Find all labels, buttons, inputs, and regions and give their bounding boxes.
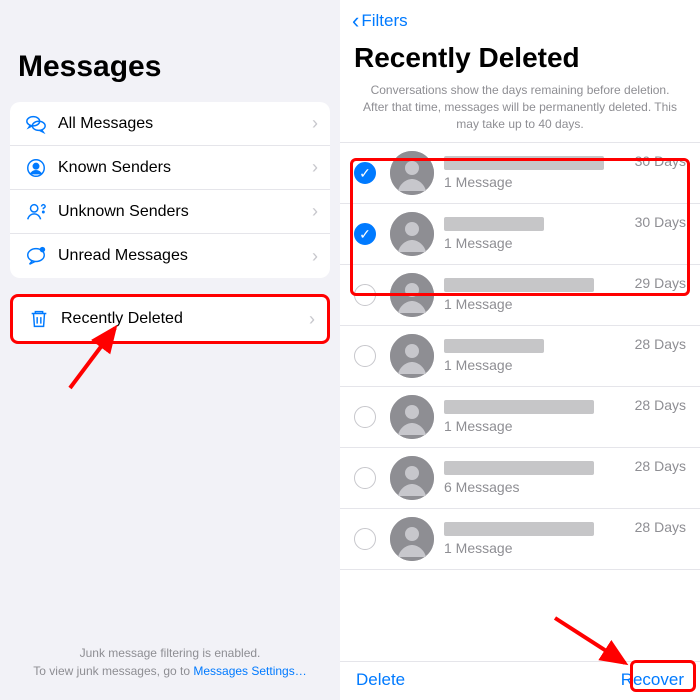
avatar-icon <box>390 456 434 500</box>
person-question-icon <box>22 201 50 223</box>
avatar-icon <box>390 334 434 378</box>
contact-name-redacted <box>444 339 544 353</box>
chevron-right-icon: › <box>312 201 318 222</box>
bottom-toolbar: Delete Recover <box>340 661 700 700</box>
avatar-icon <box>390 395 434 439</box>
conversation-body: 1 Message <box>444 400 629 434</box>
message-count: 1 Message <box>444 235 629 251</box>
message-count: 6 Messages <box>444 479 629 495</box>
messages-filters-panel: Messages All Messages › Known Senders › … <box>0 0 340 700</box>
conversation-body: 6 Messages <box>444 461 629 495</box>
select-checkbox[interactable] <box>354 406 376 428</box>
days-remaining: 30 Days <box>629 214 686 230</box>
select-checkbox[interactable]: ✓ <box>354 223 376 245</box>
filter-unread-messages[interactable]: Unread Messages › <box>10 234 330 278</box>
page-title: Messages <box>18 50 330 84</box>
recently-deleted-card: Recently Deleted › <box>10 294 330 344</box>
contact-name-redacted <box>444 156 604 170</box>
message-count: 1 Message <box>444 418 629 434</box>
contact-name-redacted <box>444 522 594 536</box>
select-checkbox[interactable] <box>354 528 376 550</box>
days-remaining: 30 Days <box>629 153 686 169</box>
filter-recently-deleted[interactable]: Recently Deleted › <box>13 297 327 341</box>
conversation-list: ✓1 Message30 Days✓1 Message30 Days1 Mess… <box>340 142 700 661</box>
chat-bubbles-icon <box>22 113 50 135</box>
conversation-row[interactable]: 1 Message29 Days <box>340 265 700 326</box>
contact-name-redacted <box>444 461 594 475</box>
back-button[interactable]: ‹ Filters <box>352 8 408 34</box>
conversation-row[interactable]: ✓ 1 Message30 Days <box>340 204 700 265</box>
conversation-row[interactable]: 1 Message28 Days <box>340 387 700 448</box>
recover-button[interactable]: Recover <box>621 670 684 690</box>
page-title: Recently Deleted <box>354 42 686 74</box>
contact-name-redacted <box>444 400 594 414</box>
avatar-icon <box>390 517 434 561</box>
select-checkbox[interactable]: ✓ <box>354 162 376 184</box>
chevron-right-icon: › <box>312 157 318 178</box>
back-label: Filters <box>361 11 407 31</box>
select-checkbox[interactable] <box>354 467 376 489</box>
filter-known-senders[interactable]: Known Senders › <box>10 146 330 190</box>
filter-label: Recently Deleted <box>53 310 309 328</box>
unread-badge-icon <box>22 245 50 267</box>
footer-line2: To view junk messages, go to <box>33 664 193 678</box>
chevron-right-icon: › <box>312 113 318 134</box>
person-circle-icon <box>22 157 50 179</box>
footer-line1: Junk message filtering is enabled. <box>80 646 261 660</box>
conversation-row[interactable]: 1 Message28 Days <box>340 326 700 387</box>
delete-button[interactable]: Delete <box>356 670 405 690</box>
conversation-row[interactable]: ✓ 1 Message30 Days <box>340 142 700 204</box>
select-checkbox[interactable] <box>354 345 376 367</box>
contact-name-redacted <box>444 217 544 231</box>
avatar-icon <box>390 212 434 256</box>
filter-all-messages[interactable]: All Messages › <box>10 102 330 146</box>
messages-settings-link[interactable]: Messages Settings… <box>193 664 306 678</box>
filters-list: All Messages › Known Senders › Unknown S… <box>10 102 330 278</box>
conversation-body: 1 Message <box>444 156 629 190</box>
filter-label: Unread Messages <box>50 247 312 265</box>
message-count: 1 Message <box>444 174 629 190</box>
days-remaining: 28 Days <box>629 336 686 352</box>
select-checkbox[interactable] <box>354 284 376 306</box>
footer-info: Junk message filtering is enabled. To vi… <box>10 644 330 680</box>
days-remaining: 28 Days <box>629 458 686 474</box>
trash-icon <box>25 308 53 330</box>
conversation-body: 1 Message <box>444 217 629 251</box>
conversation-body: 1 Message <box>444 522 629 556</box>
filter-label: Known Senders <box>50 159 312 177</box>
days-remaining: 29 Days <box>629 275 686 291</box>
conversation-body: 1 Message <box>444 339 629 373</box>
info-text: Conversations show the days remaining be… <box>360 82 680 132</box>
contact-name-redacted <box>444 278 594 292</box>
chevron-left-icon: ‹ <box>352 8 359 34</box>
filter-unknown-senders[interactable]: Unknown Senders › <box>10 190 330 234</box>
recently-deleted-panel: ‹ Filters Recently Deleted Conversations… <box>340 0 700 700</box>
nav-bar: ‹ Filters <box>340 0 700 40</box>
message-count: 1 Message <box>444 540 629 556</box>
chevron-right-icon: › <box>312 246 318 267</box>
conversation-row[interactable]: 1 Message28 Days <box>340 509 700 570</box>
days-remaining: 28 Days <box>629 397 686 413</box>
conversation-body: 1 Message <box>444 278 629 312</box>
message-count: 1 Message <box>444 357 629 373</box>
filter-label: Unknown Senders <box>50 203 312 221</box>
avatar-icon <box>390 273 434 317</box>
message-count: 1 Message <box>444 296 629 312</box>
filter-label: All Messages <box>50 115 312 133</box>
chevron-right-icon: › <box>309 309 315 330</box>
avatar-icon <box>390 151 434 195</box>
conversation-row[interactable]: 6 Messages28 Days <box>340 448 700 509</box>
days-remaining: 28 Days <box>629 519 686 535</box>
